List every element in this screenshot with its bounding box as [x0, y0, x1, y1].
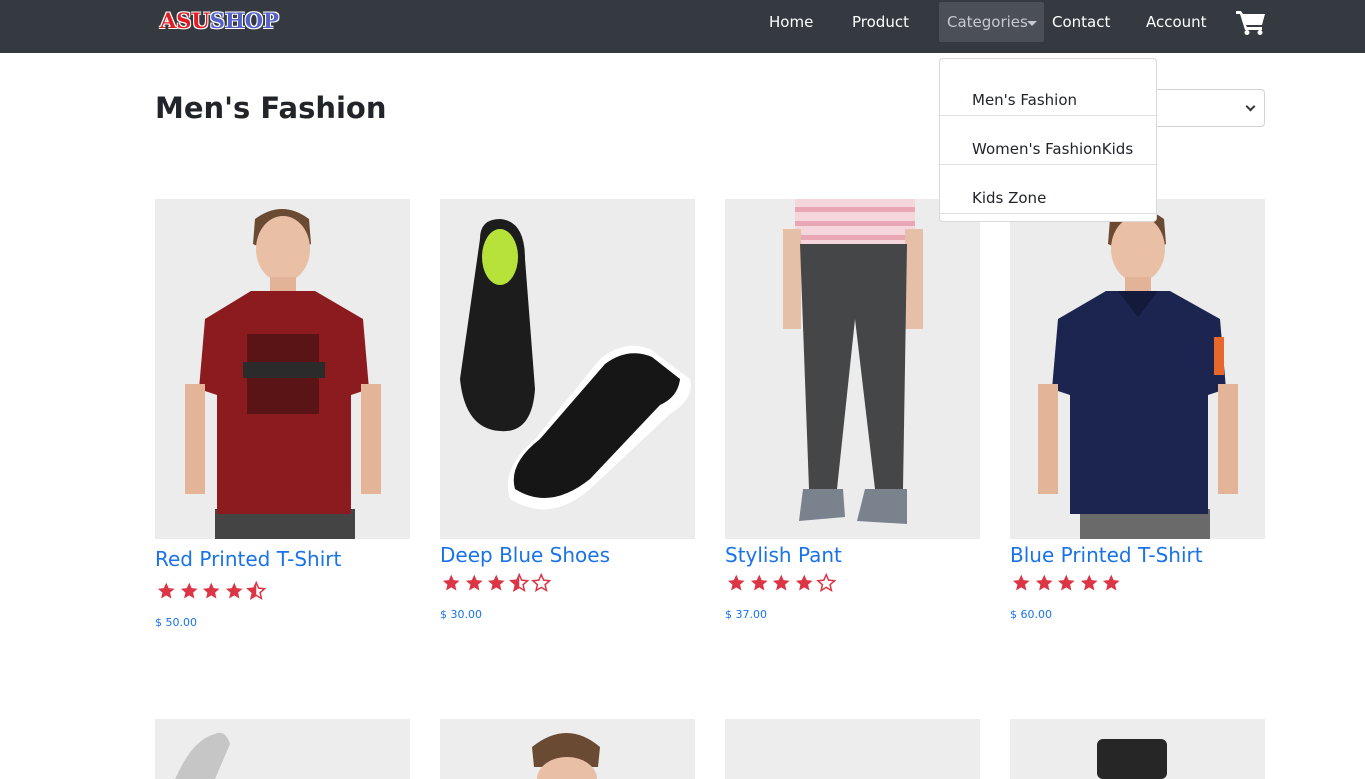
product-image[interactable] — [155, 719, 410, 779]
nav-categories-label: Categories — [947, 13, 1028, 31]
product-photo-red-tshirt — [155, 199, 410, 539]
categories-dropdown-menu: Men's Fashion Women's FashionKids Kids Z… — [939, 58, 1157, 222]
star-empty-icon — [531, 573, 552, 593]
caret-down-icon — [1027, 21, 1037, 26]
product-photo-partial — [1097, 739, 1167, 779]
navbar: ASUSHOP Home Product Categories Contact … — [0, 0, 1365, 53]
page-title: Men's Fashion — [155, 91, 387, 125]
site-logo[interactable]: ASUSHOP — [160, 8, 279, 33]
product-image[interactable] — [440, 199, 695, 539]
nav-categories-toggle[interactable]: Categories — [939, 2, 1044, 42]
product-title[interactable]: Red Printed T-Shirt — [155, 547, 341, 571]
dropdown-item-womens-fashion[interactable]: Women's FashionKids — [940, 116, 1156, 165]
star-filled-icon — [225, 582, 243, 599]
chevron-down-icon — [1245, 101, 1256, 112]
product-title[interactable]: Stylish Pant — [725, 543, 842, 567]
logo-part-1: ASU — [160, 8, 210, 33]
sort-select[interactable] — [1150, 89, 1265, 127]
nav-home[interactable]: Home — [769, 13, 813, 31]
star-filled-icon — [1035, 574, 1053, 591]
star-filled-icon — [727, 574, 745, 591]
nav-contact[interactable]: Contact — [1052, 13, 1110, 31]
star-rating — [440, 573, 553, 593]
dropdown-item-label: Kids Zone — [972, 189, 1047, 207]
product-photo-navy-polo — [1010, 199, 1265, 539]
product-price: $ 37.00 — [725, 608, 767, 621]
star-filled-icon — [772, 574, 790, 591]
star-filled-icon — [157, 582, 175, 599]
product-image[interactable] — [1010, 719, 1265, 779]
star-filled-icon — [442, 574, 460, 591]
star-half-icon — [246, 581, 267, 601]
star-half-icon — [508, 573, 529, 593]
product-photo-partial — [175, 732, 230, 779]
dropdown-item-label: Women's FashionKids — [972, 140, 1134, 158]
product-price: $ 60.00 — [1010, 608, 1052, 621]
product-title[interactable]: Blue Printed T-Shirt — [1010, 543, 1203, 567]
star-filled-icon — [1057, 574, 1075, 591]
star-filled-icon — [465, 574, 483, 591]
star-filled-icon — [1012, 574, 1030, 591]
star-filled-icon — [180, 582, 198, 599]
nav-account[interactable]: Account — [1146, 13, 1207, 31]
product-price: $ 50.00 — [155, 616, 197, 629]
product-image[interactable] — [440, 719, 695, 779]
star-filled-icon — [487, 574, 505, 591]
dropdown-item-kids-zone[interactable]: Kids Zone — [940, 165, 1156, 214]
star-filled-icon — [1080, 574, 1098, 591]
product-image[interactable] — [155, 199, 410, 539]
product-image[interactable] — [1010, 199, 1265, 539]
star-empty-icon — [816, 573, 837, 593]
product-image[interactable] — [725, 199, 980, 539]
star-filled-icon — [1102, 574, 1120, 591]
product-photo-black-shoes — [440, 199, 695, 539]
logo-part-2: SHOP — [209, 8, 279, 33]
star-filled-icon — [795, 574, 813, 591]
star-filled-icon — [750, 574, 768, 591]
product-title[interactable]: Deep Blue Shoes — [440, 543, 610, 567]
shopping-cart-icon[interactable] — [1236, 9, 1266, 35]
nav-product[interactable]: Product — [852, 13, 909, 31]
product-image[interactable] — [725, 719, 980, 779]
star-rating — [155, 581, 268, 601]
product-price: $ 30.00 — [440, 608, 482, 621]
dropdown-item-mens-fashion[interactable]: Men's Fashion — [940, 67, 1156, 116]
star-filled-icon — [202, 582, 220, 599]
dropdown-item-label: Men's Fashion — [972, 91, 1077, 109]
star-rating — [1010, 573, 1123, 593]
star-rating — [725, 573, 838, 593]
product-photo-grey-pants — [725, 199, 980, 539]
product-photo-partial — [532, 733, 600, 779]
